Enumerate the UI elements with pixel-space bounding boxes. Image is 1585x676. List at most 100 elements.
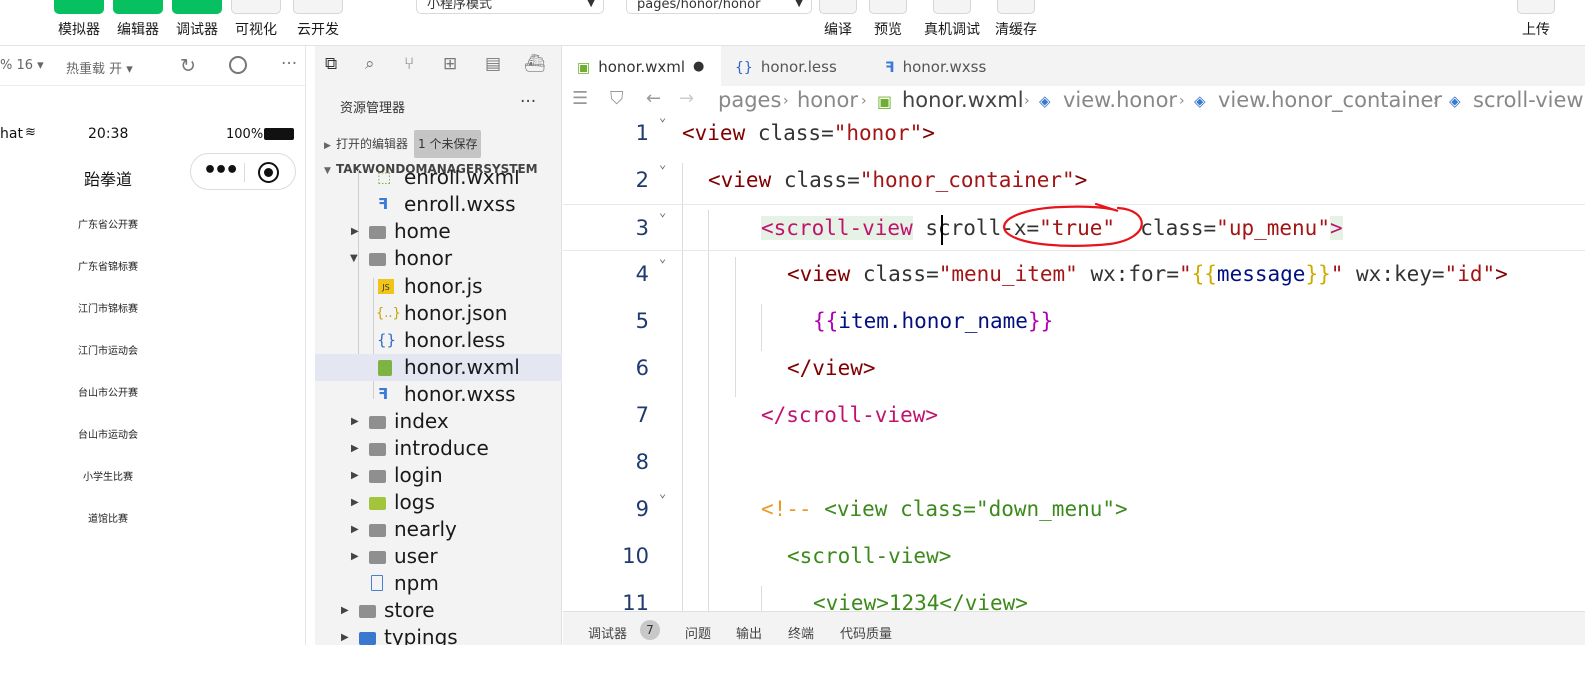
folder-name: nearly xyxy=(394,517,457,541)
honor-item[interactable]: 江门市锦标赛 xyxy=(0,300,216,315)
fold-chevron-icon[interactable]: ⌄ xyxy=(659,486,666,500)
tree-item[interactable]: ▶ home xyxy=(315,218,562,245)
bookmark-icon[interactable]: ⛉ xyxy=(610,88,624,109)
code-token: </view> xyxy=(787,356,876,380)
honor-item[interactable]: 台山市运动会 xyxy=(0,426,216,441)
fold-chevron-icon[interactable]: ⌄ xyxy=(659,110,666,124)
tab-debugger[interactable]: 调试器 xyxy=(588,623,627,642)
code-line[interactable]: 9 ⌄ <!-- <view class="down_menu"> xyxy=(563,486,1585,533)
fold-chevron-icon[interactable]: ⌄ xyxy=(659,251,666,265)
editor-toggle-button[interactable]: 编辑器 xyxy=(112,0,164,39)
honor-item[interactable]: 道馆比赛 xyxy=(0,510,216,525)
open-editors-section[interactable]: ▶ 打开的编辑器 1 个未保存 xyxy=(315,130,562,158)
files-icon[interactable]: ⧉ xyxy=(325,54,337,74)
tab-problems[interactable]: 问题 xyxy=(685,623,711,642)
honor-item[interactable]: 小学生比赛 xyxy=(0,468,216,483)
tree-item[interactable]: JS honor.js xyxy=(315,273,562,300)
source-control-icon[interactable]: ⑂ xyxy=(404,54,414,74)
code-token: class= xyxy=(745,121,834,145)
mode-select[interactable]: 小程序模式 ▼ xyxy=(416,0,604,14)
fold-chevron-icon[interactable]: ⌄ xyxy=(659,157,666,171)
honor-item[interactable]: 台山市公开赛 xyxy=(0,384,216,399)
tree-item[interactable]: ▶ store xyxy=(315,597,562,624)
tree-item[interactable]: ▶ user xyxy=(315,543,562,570)
tab-honor-wxss[interactable]: ꟻ honor.wxss xyxy=(871,46,1023,86)
stop-icon[interactable] xyxy=(229,56,247,74)
preview-button[interactable]: 预览 xyxy=(862,0,914,39)
code-line[interactable]: 7 </scroll-view> xyxy=(563,392,1585,439)
list-icon[interactable]: ☰ xyxy=(572,88,588,109)
file-name: honor.less xyxy=(404,328,506,352)
code-line[interactable]: 1 ⌄ <view class="honor"> xyxy=(563,110,1585,157)
honor-item[interactable]: 广东省锦标赛 xyxy=(0,258,216,273)
unsaved-badge: 1 个未保存 xyxy=(414,130,482,158)
unsaved-dot-icon[interactable]: ● xyxy=(693,46,704,88)
more-icon[interactable]: ··· xyxy=(281,54,297,74)
page-select[interactable]: pages/honor/honor ▼ xyxy=(626,0,812,14)
search-icon[interactable]: ⌕ xyxy=(365,54,375,74)
tree-item[interactable]: ⬚ enroll.wxml xyxy=(315,170,562,191)
eye-icon xyxy=(869,0,907,14)
tree-item[interactable]: ▶ typings xyxy=(315,624,562,645)
visual-button[interactable]: 可视化 xyxy=(230,0,282,39)
close-target-icon[interactable] xyxy=(258,162,279,183)
layers-icon xyxy=(997,0,1035,14)
simulator-toolbar: % 16 ▾ 热重载 开 ▾ ↻ ··· xyxy=(0,46,305,86)
tab-output[interactable]: 输出 xyxy=(736,623,762,642)
explorer-header: 资源管理器 ··· xyxy=(315,92,562,117)
extensions-icon[interactable]: ⊞ xyxy=(443,54,457,74)
tab-honor-less[interactable]: {} honor.less xyxy=(721,46,871,86)
code-line[interactable]: 10 <scroll-view> xyxy=(563,533,1585,580)
tree-item[interactable]: ▶ nearly xyxy=(315,516,562,543)
file-tree: ⬚ enroll.wxml ꟻ enroll.wxss ▶ home ▼ hon… xyxy=(315,170,562,645)
cloud-icon xyxy=(293,0,343,14)
tab-terminal[interactable]: 终端 xyxy=(788,623,814,642)
more-icon[interactable]: ··· xyxy=(520,92,536,112)
code-line[interactable]: 6 </view> xyxy=(563,345,1585,392)
refresh-icon[interactable]: ↻ xyxy=(180,55,196,77)
visual-label: 可视化 xyxy=(235,22,277,38)
tab-code-quality[interactable]: 代码质量 xyxy=(840,623,892,642)
fold-chevron-icon[interactable]: ⌄ xyxy=(659,205,666,219)
tree-item[interactable]: npm xyxy=(315,570,562,597)
cloud-dev-button[interactable]: 云开发 xyxy=(292,0,344,39)
upload-button[interactable]: 上传 xyxy=(1510,0,1562,39)
device-debug-button[interactable]: 真机调试 xyxy=(924,0,980,39)
menu-capsule[interactable]: ••• xyxy=(190,153,296,190)
file-explorer: ⧉ ⌕ ⑂ ⊞ ▤ ⛴ 资源管理器 ··· ▶ 打开的编辑器 1 个未保存 ▼ TAK… xyxy=(315,46,562,645)
chevron-right-icon: ▶ xyxy=(351,443,359,454)
compile-button[interactable]: 编译 xyxy=(812,0,864,39)
tree-item[interactable]: ▼ honor xyxy=(315,245,562,272)
tree-item[interactable]: ꟻ honor.wxss xyxy=(315,381,562,408)
simulator-toggle-button[interactable]: 模拟器 xyxy=(53,0,105,39)
forward-arrow-icon[interactable]: → xyxy=(679,88,694,109)
tree-item[interactable]: ▶ login xyxy=(315,462,562,489)
docker-icon[interactable]: ⛴ xyxy=(524,54,546,74)
hot-reload-toggle[interactable]: 热重载 开 ▾ xyxy=(66,58,133,77)
folder-name: logs xyxy=(394,490,435,514)
less-file-icon: {} xyxy=(735,60,753,76)
tree-item-selected[interactable]: honor.wxml xyxy=(315,354,562,381)
honor-item[interactable]: 广东省公开赛 xyxy=(0,216,216,231)
tab-honor-wxml[interactable]: ▣ honor.wxml ● xyxy=(563,46,721,86)
tree-item[interactable]: ▶ logs xyxy=(315,489,562,516)
more-dots-icon[interactable]: ••• xyxy=(203,158,239,183)
code-line[interactable]: 4 ⌄ <view class="menu_item" wx:for="{{me… xyxy=(563,251,1585,298)
clear-cache-button[interactable]: 清缓存 xyxy=(990,0,1042,39)
battery-percent: 100% xyxy=(226,127,264,142)
outline-icon[interactable]: ▤ xyxy=(485,54,501,74)
code-token: class= xyxy=(887,497,976,521)
code-line[interactable]: 2 ⌄ <view class="honor_container"> xyxy=(563,157,1585,204)
tree-item[interactable]: {..} honor.json xyxy=(315,300,562,327)
debugger-toggle-button[interactable]: 调试器 xyxy=(171,0,223,39)
folder-name: store xyxy=(384,598,435,622)
back-arrow-icon[interactable]: ← xyxy=(646,88,661,109)
code-line[interactable]: 5 {{item.honor_name}} xyxy=(563,298,1585,345)
tree-item[interactable]: ▶ introduce xyxy=(315,435,562,462)
zoom-select[interactable]: % 16 ▾ xyxy=(0,58,44,73)
code-line[interactable]: 8 xyxy=(563,439,1585,486)
tree-item[interactable]: ▶ index xyxy=(315,408,562,435)
honor-item[interactable]: 江门市运动会 xyxy=(0,342,216,357)
tree-item[interactable]: {} honor.less xyxy=(315,327,562,354)
tree-item[interactable]: ꟻ enroll.wxss xyxy=(315,191,562,218)
